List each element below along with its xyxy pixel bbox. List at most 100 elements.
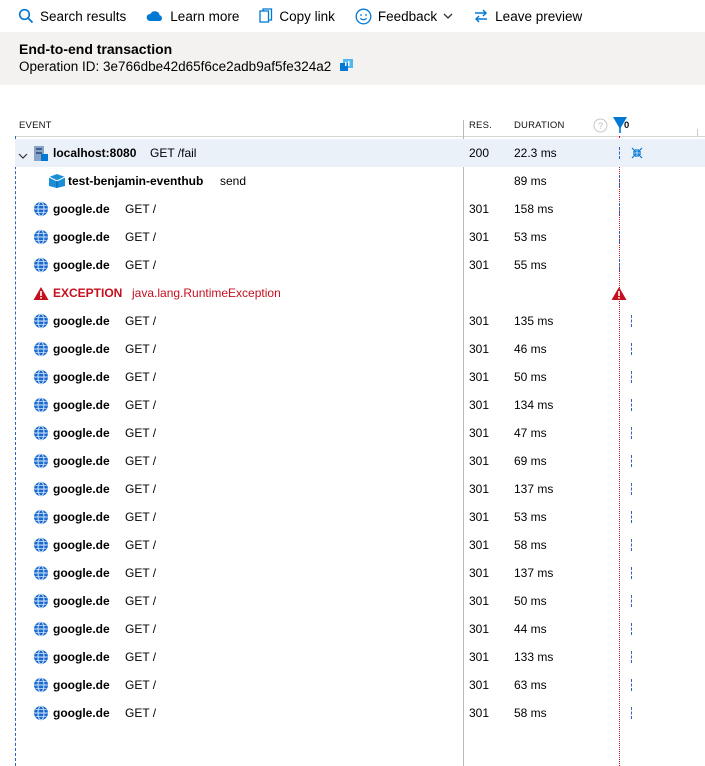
event-detail: GET /	[125, 258, 157, 272]
table-row[interactable]: google.de GET / 301 46 ms	[15, 335, 705, 363]
event-detail: GET /	[125, 622, 157, 636]
collapse-chevron-icon[interactable]	[18, 148, 28, 159]
result-code: 301	[469, 706, 490, 720]
duration: 133 ms	[514, 650, 554, 664]
event-name: localhost:8080	[53, 146, 137, 160]
event-name: google.de	[53, 482, 110, 496]
table-row[interactable]: google.de GET / 301 158 ms	[15, 195, 705, 223]
result-code: 301	[469, 594, 490, 608]
timeline-bar[interactable]	[631, 371, 634, 383]
result-code: 301	[469, 398, 490, 412]
copy-link-button[interactable]: Copy link	[259, 8, 335, 24]
globe-icon	[33, 195, 49, 223]
event-detail: GET /	[125, 538, 157, 552]
column-header-event[interactable]: EVENT	[19, 120, 52, 136]
learn-more-button[interactable]: Learn more	[146, 9, 239, 24]
table-row[interactable]: test-benjamin-eventhub send 89 ms	[15, 167, 705, 195]
table-row[interactable]: google.de GET / 301 135 ms	[15, 307, 705, 335]
table-row[interactable]: google.de GET / 301 58 ms	[15, 531, 705, 559]
timeline-bar[interactable]	[619, 175, 622, 187]
table-row[interactable]: google.de GET / 301 53 ms	[15, 503, 705, 531]
search-results-button[interactable]: Search results	[18, 8, 126, 24]
globe-icon	[33, 671, 49, 699]
table-row[interactable]: google.de GET / 301 63 ms	[15, 671, 705, 699]
learn-more-label: Learn more	[170, 8, 240, 24]
timeline-bar[interactable]	[631, 427, 634, 439]
leave-preview-label: Leave preview	[495, 8, 583, 24]
table-row[interactable]: google.de GET / 301 55 ms	[15, 251, 705, 279]
column-header-res[interactable]: RES.	[469, 120, 492, 136]
table-row[interactable]: google.de GET / 301 137 ms	[15, 559, 705, 587]
globe-icon	[33, 643, 49, 671]
table-row[interactable]: google.de GET / 301 44 ms	[15, 615, 705, 643]
event-detail: GET /	[125, 510, 157, 524]
globe-icon	[33, 447, 49, 475]
globe-icon	[33, 363, 49, 391]
duration: 89 ms	[514, 174, 547, 188]
operation-id: Operation ID: 3e766dbe42d65f6ce2adb9af5f…	[19, 59, 332, 74]
duration: 58 ms	[514, 538, 547, 552]
table-row[interactable]: google.de GET / 301 50 ms	[15, 587, 705, 615]
timeline-bar[interactable]	[631, 539, 634, 551]
column-header-duration[interactable]: DURATION	[514, 120, 565, 136]
timeline-zero-label: 0	[624, 120, 630, 131]
timeline-bar[interactable]	[631, 679, 634, 691]
timeline-bar[interactable]	[631, 455, 634, 467]
table-row[interactable]: google.de GET / 301 69 ms	[15, 447, 705, 475]
leave-preview-button[interactable]: Leave preview	[473, 8, 582, 24]
search-results-label: Search results	[40, 8, 127, 24]
table-row[interactable]: google.de GET / 301 137 ms	[15, 475, 705, 503]
timeline-bar[interactable]	[631, 595, 634, 607]
event-name: google.de	[53, 342, 110, 356]
timeline-end-marker	[697, 129, 698, 137]
duration: 50 ms	[514, 594, 547, 608]
help-icon[interactable]: ?	[593, 118, 608, 138]
event-name: test-benjamin-eventhub	[68, 174, 204, 188]
table-row[interactable]: google.de GET / 301 134 ms	[15, 391, 705, 419]
table-row[interactable]: google.de GET / 301 53 ms	[15, 223, 705, 251]
table-row[interactable]: google.de GET / 301 133 ms	[15, 643, 705, 671]
event-detail: GET /	[125, 454, 157, 468]
timeline-bar[interactable]	[631, 315, 634, 327]
duration: 134 ms	[514, 398, 554, 412]
table-row[interactable]: google.de GET / 301 58 ms	[15, 699, 705, 727]
result-code: 301	[469, 230, 490, 244]
timeline-bar[interactable]	[631, 623, 634, 635]
server-icon	[33, 139, 49, 167]
timeline-exception-icon[interactable]	[611, 279, 627, 307]
timeline-bar[interactable]	[619, 147, 622, 159]
timeline-bar[interactable]	[631, 567, 634, 579]
smiley-icon	[355, 8, 372, 24]
event-name: google.de	[53, 230, 110, 244]
result-code: 301	[469, 650, 490, 664]
timeline-bar[interactable]	[631, 483, 634, 495]
timeline-bar[interactable]	[631, 399, 634, 411]
duration: 58 ms	[514, 706, 547, 720]
table-row[interactable]: google.de GET / 301 47 ms	[15, 419, 705, 447]
duration: 47 ms	[514, 426, 547, 440]
duration: 55 ms	[514, 258, 547, 272]
duration: 22.3 ms	[514, 146, 557, 160]
timeline-bar[interactable]	[631, 707, 634, 719]
globe-icon	[33, 699, 49, 727]
event-detail: GET /	[125, 398, 157, 412]
timeline-bar[interactable]	[619, 231, 622, 243]
event-name: google.de	[53, 538, 110, 552]
collapse-timeline-icon[interactable]	[631, 139, 643, 167]
table-row[interactable]: google.de GET / 301 50 ms	[15, 363, 705, 391]
copy-operation-id-icon[interactable]	[339, 58, 355, 75]
timeline-bar[interactable]	[631, 343, 634, 355]
table-row-exception[interactable]: EXCEPTION java.lang.RuntimeException	[15, 279, 705, 307]
event-name: google.de	[53, 454, 110, 468]
feedback-button[interactable]: Feedback	[355, 8, 453, 25]
event-name: google.de	[53, 510, 110, 524]
result-code: 301	[469, 454, 490, 468]
duration: 53 ms	[514, 230, 547, 244]
timeline-bar[interactable]	[619, 259, 622, 271]
table-row-root[interactable]: localhost:8080 GET /fail 200 22.3 ms	[15, 139, 705, 167]
duration: 137 ms	[514, 482, 554, 496]
result-code: 301	[469, 202, 490, 216]
timeline-bar[interactable]	[619, 203, 622, 215]
timeline-bar[interactable]	[631, 511, 634, 523]
timeline-bar[interactable]	[631, 651, 634, 663]
